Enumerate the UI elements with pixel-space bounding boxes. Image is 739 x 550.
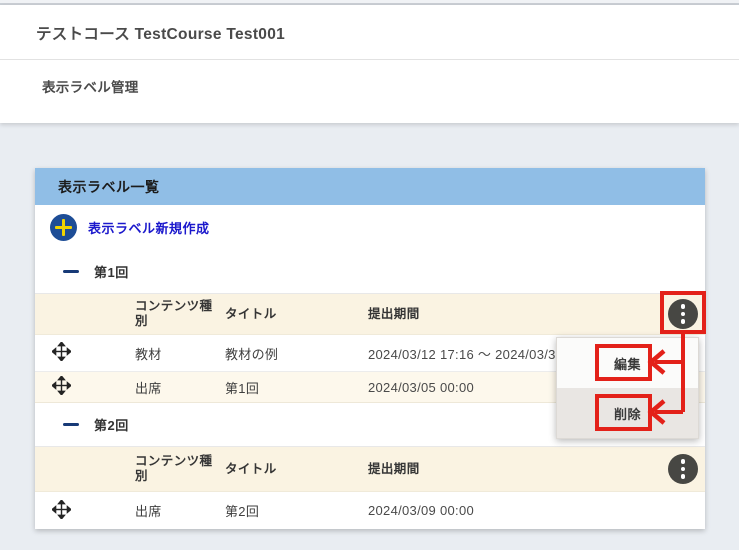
- section-toggle-1[interactable]: 第1回: [35, 250, 705, 293]
- create-label-link[interactable]: 表示ラベル新規作成: [88, 218, 210, 237]
- column-content-type: コンテンツ種別: [135, 454, 225, 484]
- minus-icon: [63, 423, 79, 427]
- move-handle-icon[interactable]: [52, 376, 71, 395]
- section-label: 第2回: [94, 415, 129, 434]
- minus-icon: [63, 270, 79, 274]
- course-title: テストコース TestCourse Test001: [0, 5, 739, 44]
- cell-content-type: 出席: [135, 501, 225, 520]
- cell-title: 第1回: [225, 378, 368, 397]
- plus-icon[interactable]: [50, 214, 77, 241]
- page-title: 表示ラベル管理: [0, 60, 739, 96]
- column-content-type: コンテンツ種別: [135, 299, 225, 329]
- page-header: テストコース TestCourse Test001 表示ラベル管理: [0, 5, 739, 123]
- page: テストコース TestCourse Test001 表示ラベル管理 表示ラベル一…: [0, 0, 739, 550]
- move-handle-icon[interactable]: [52, 342, 71, 361]
- cell-title: 教材の例: [225, 344, 368, 363]
- panel-header: 表示ラベル一覧: [35, 168, 705, 205]
- context-menu: 編集 削除: [556, 337, 699, 439]
- menu-item-edit[interactable]: 編集: [557, 338, 698, 388]
- create-label-row: 表示ラベル新規作成: [35, 205, 705, 250]
- column-period: 提出期間: [368, 462, 661, 477]
- kebab-menu-icon[interactable]: [668, 454, 698, 484]
- section-label: 第1回: [94, 262, 129, 281]
- table-header-1: コンテンツ種別 タイトル 提出期間: [35, 293, 705, 335]
- cell-period: 2024/03/09 00:00: [368, 503, 661, 518]
- kebab-menu-icon[interactable]: [668, 299, 698, 329]
- cell-title: 第2回: [225, 501, 368, 520]
- cell-content-type: 教材: [135, 344, 225, 363]
- column-title: タイトル: [225, 307, 368, 322]
- column-title: タイトル: [225, 462, 368, 477]
- menu-item-delete[interactable]: 削除: [557, 388, 698, 438]
- cell-content-type: 出席: [135, 378, 225, 397]
- column-period: 提出期間: [368, 307, 661, 322]
- move-handle-icon[interactable]: [52, 500, 71, 519]
- panel-title: 表示ラベル一覧: [58, 177, 160, 197]
- table-header-2: コンテンツ種別 タイトル 提出期間: [35, 446, 705, 492]
- table-row: 出席 第2回 2024/03/09 00:00: [35, 492, 705, 529]
